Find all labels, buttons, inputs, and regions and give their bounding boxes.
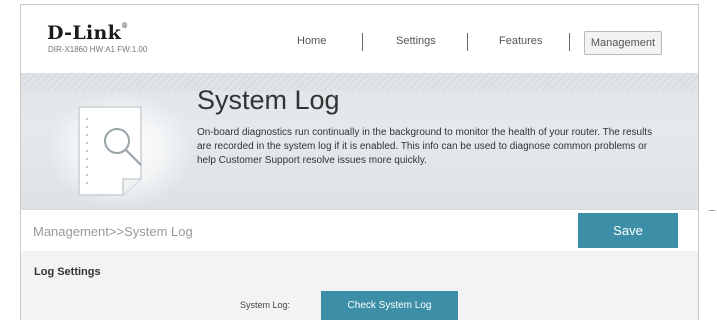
breadcrumb: Management>>System Log <box>33 224 193 239</box>
nav-separator <box>467 33 468 51</box>
router-page: D-Link® DIR-X1860 HW:A1 FW:1.00 Home Set… <box>20 4 699 320</box>
document-search-icon <box>78 106 142 196</box>
check-system-log-button[interactable]: Check System Log <box>321 291 458 320</box>
log-settings-section: Log Settings System Log: Check System Lo… <box>21 251 698 320</box>
header: D-Link® DIR-X1860 HW:A1 FW:1.00 Home Set… <box>21 5 698 73</box>
nav-settings[interactable]: Settings <box>396 35 436 47</box>
nav-management[interactable]: Management <box>584 31 662 55</box>
breadcrumb-bar: Management>>System Log Save <box>21 210 698 250</box>
log-settings-title: Log Settings <box>34 266 101 278</box>
nav-separator <box>362 33 363 51</box>
nav-separator <box>569 33 570 51</box>
nav-features[interactable]: Features <box>499 35 542 47</box>
hero-stripe <box>21 73 698 91</box>
page-description: On-board diagnostics run continually in … <box>197 127 653 166</box>
save-button[interactable]: Save <box>578 213 678 248</box>
nav-home[interactable]: Home <box>297 35 326 47</box>
page-title: System Log <box>197 85 340 115</box>
main-nav: Home Settings Features Management <box>21 31 698 55</box>
system-log-label: System Log: <box>240 300 291 310</box>
scroll-marker <box>709 210 715 211</box>
